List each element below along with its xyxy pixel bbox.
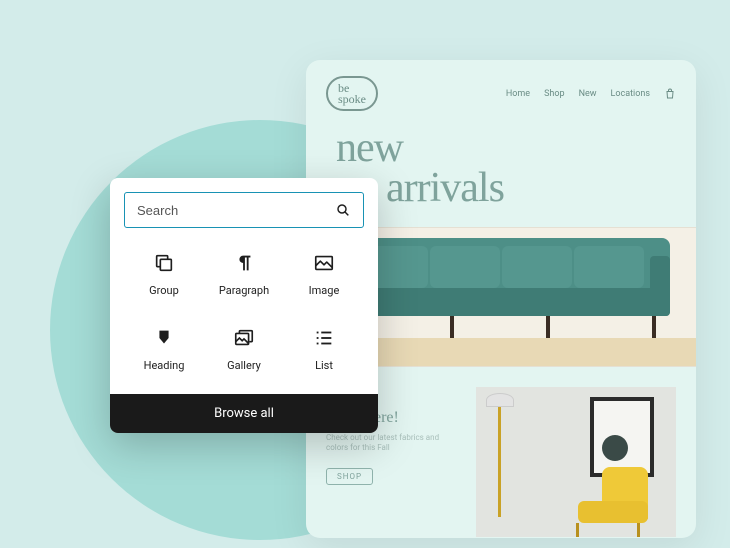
promo-subtext: Check out our latest fabrics and colors … [326, 433, 456, 454]
search-icon[interactable] [335, 202, 351, 218]
logo-line2: spoke [338, 93, 366, 105]
block-label: Group [149, 284, 179, 297]
group-icon [153, 252, 175, 274]
search-box[interactable] [124, 192, 364, 228]
block-label: Gallery [227, 359, 261, 372]
block-group[interactable]: Group [124, 248, 204, 301]
shop-button[interactable]: SHOP [326, 468, 373, 485]
block-list[interactable]: List [284, 323, 364, 376]
nav-locations[interactable]: Locations [611, 89, 650, 99]
block-label: Image [309, 284, 340, 297]
nav-home[interactable]: Home [506, 89, 530, 99]
block-label: Heading [144, 359, 185, 372]
shopping-bag-icon[interactable] [664, 88, 676, 100]
block-heading[interactable]: Heading [124, 323, 204, 376]
block-gallery[interactable]: Gallery [204, 323, 284, 376]
nav-new[interactable]: New [579, 89, 597, 99]
hero-line2: arrivals [386, 169, 696, 209]
block-inserter-panel: Group Paragraph Image Heading Gallery [110, 178, 378, 433]
gallery-icon [233, 327, 255, 349]
hero-line1: new [336, 129, 696, 169]
browse-all-button[interactable]: Browse all [110, 394, 378, 433]
list-icon [313, 327, 335, 349]
promo-image [476, 387, 676, 537]
logo[interactable]: be spoke [326, 76, 378, 111]
image-icon [313, 252, 335, 274]
block-label: List [315, 359, 333, 372]
block-label: Paragraph [219, 284, 269, 297]
heading-icon [153, 327, 175, 349]
block-image[interactable]: Image [284, 248, 364, 301]
nav-shop[interactable]: Shop [544, 89, 565, 99]
paragraph-icon [233, 252, 255, 274]
blocks-grid: Group Paragraph Image Heading Gallery [110, 242, 378, 394]
search-input[interactable] [137, 203, 327, 218]
site-header: be spoke Home Shop New Locations [306, 60, 696, 119]
block-paragraph[interactable]: Paragraph [204, 248, 284, 301]
hero-title: new arrivals [336, 129, 696, 209]
nav: Home Shop New Locations [506, 88, 676, 100]
